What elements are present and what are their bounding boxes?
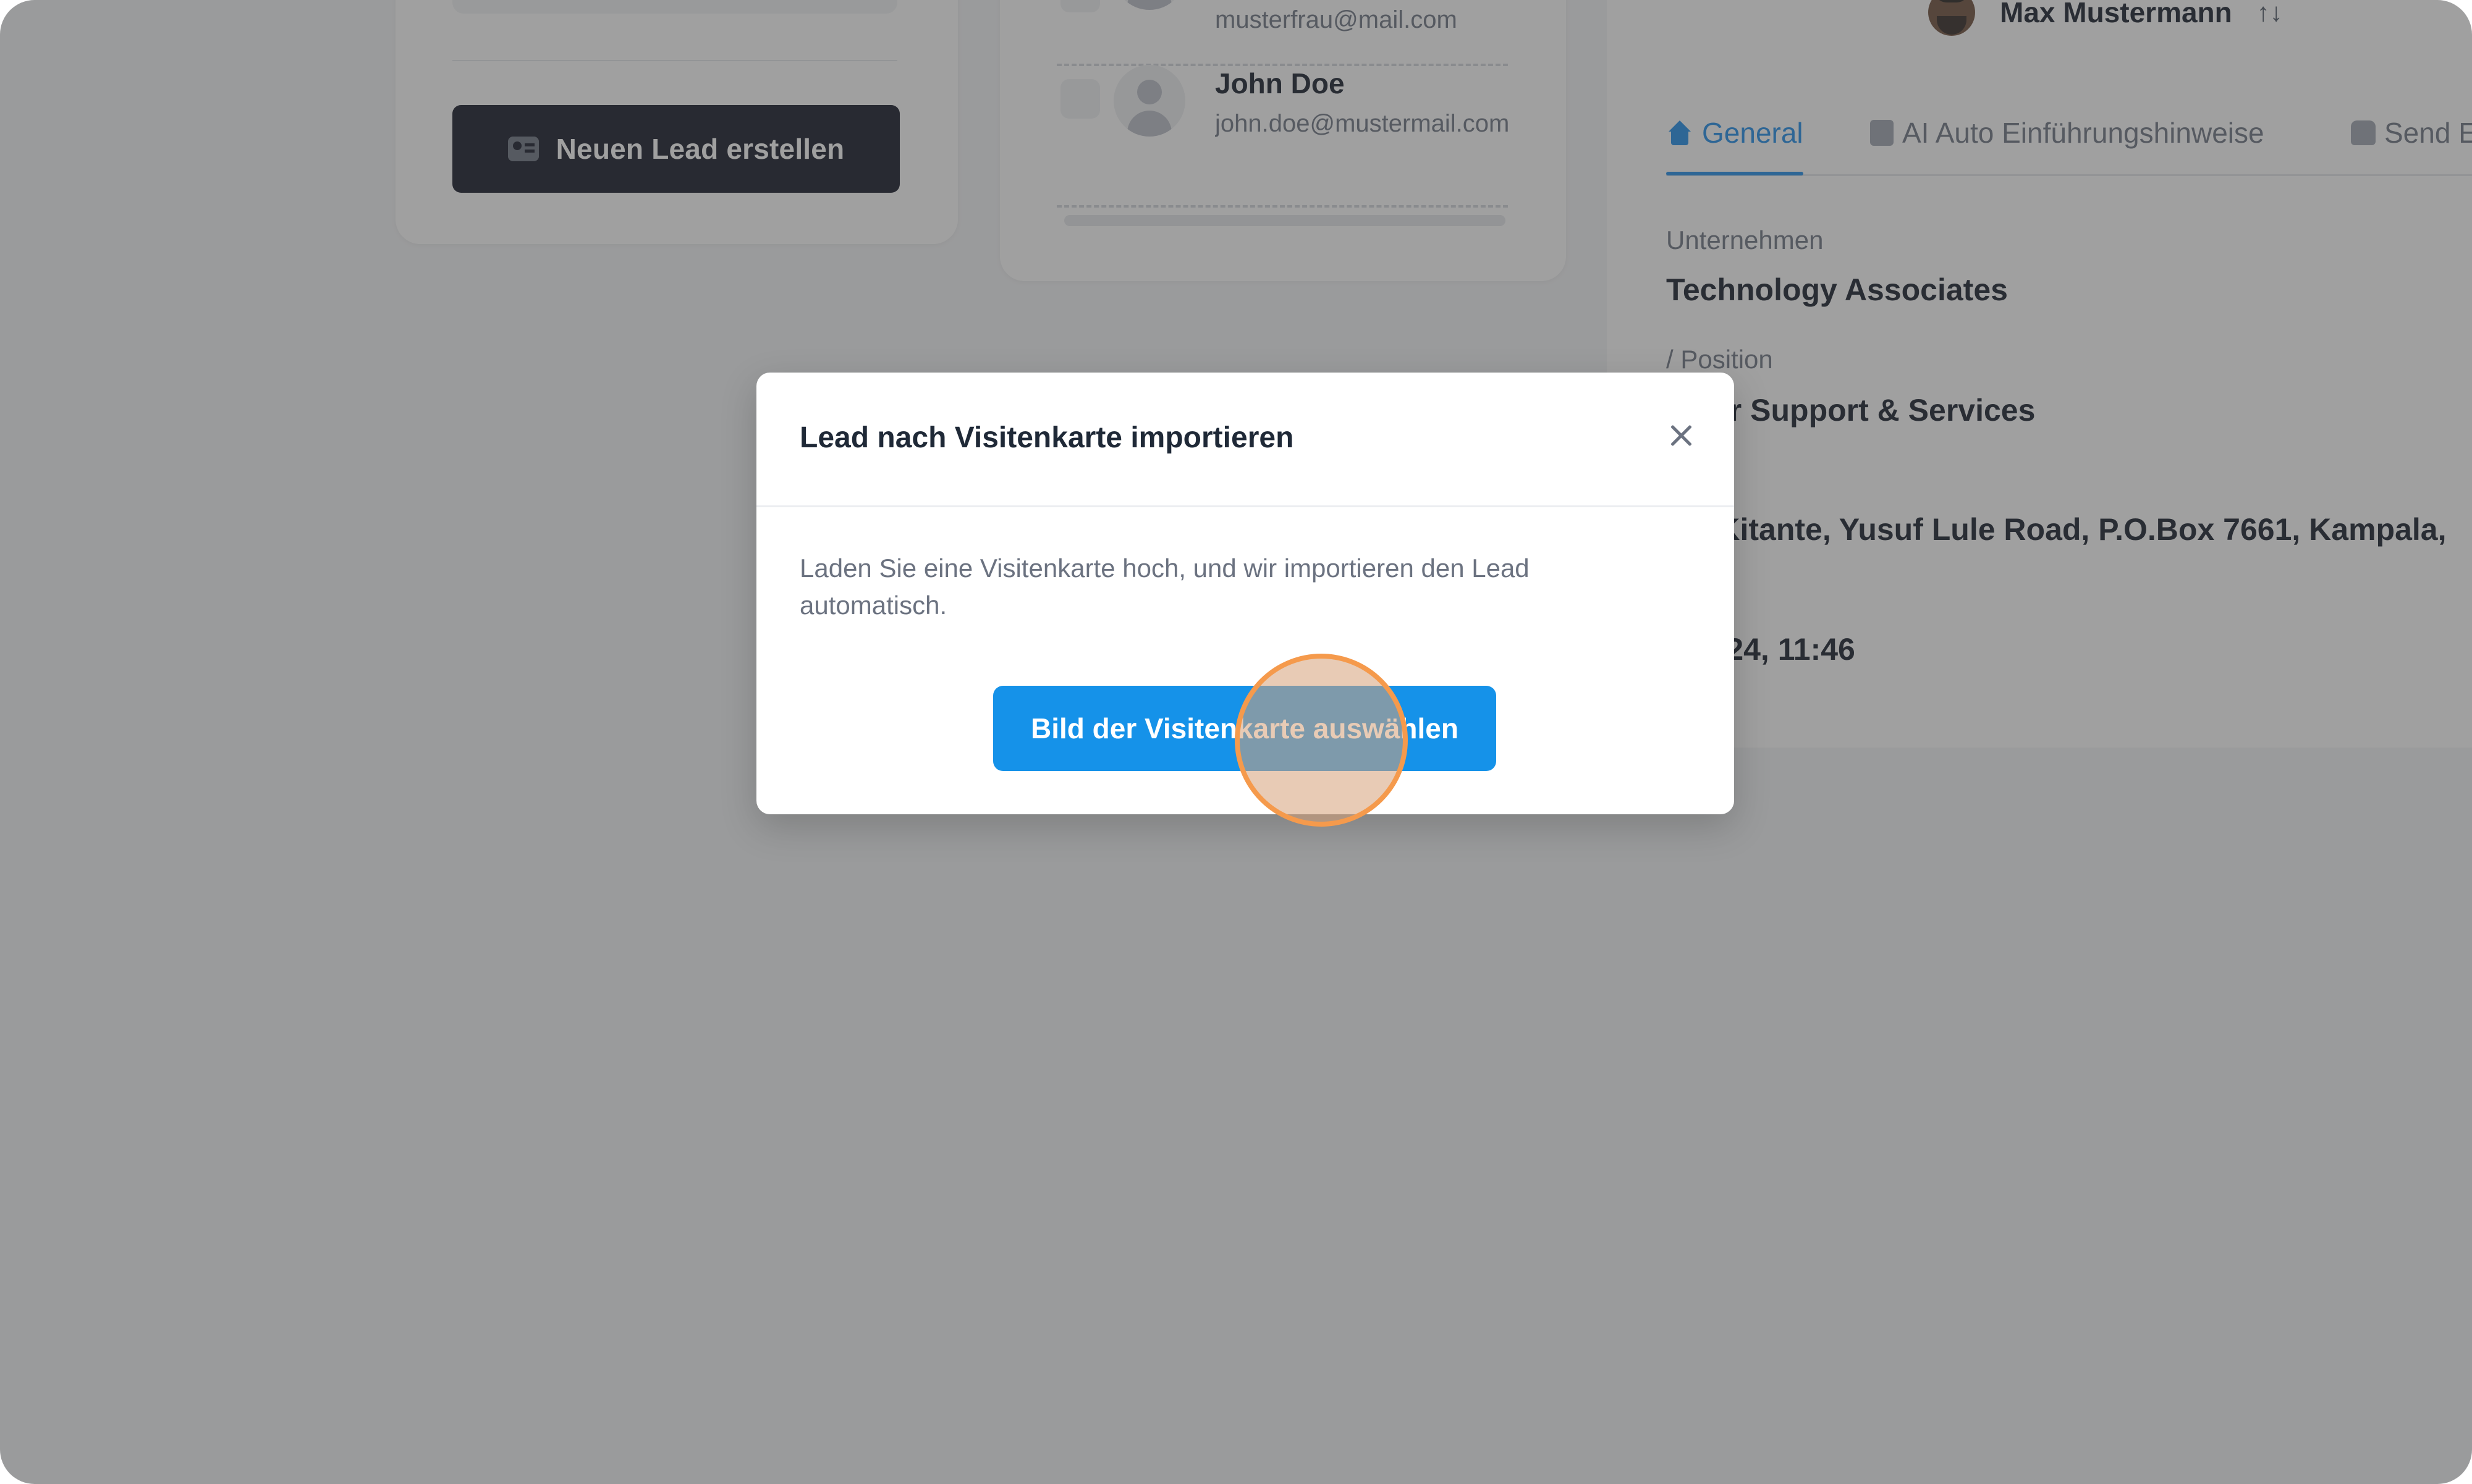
close-icon[interactable] bbox=[1659, 413, 1703, 458]
modal-title: Lead nach Visitenkarte importieren bbox=[800, 421, 1294, 454]
modal-header: Lead nach Visitenkarte importieren bbox=[756, 373, 1734, 507]
app-frame: Neuen Lead erstellen musterfrau@mail.com… bbox=[0, 0, 2472, 1484]
modal-description: Laden Sie eine Visitenkarte hoch, und wi… bbox=[800, 554, 1530, 620]
click-indicator bbox=[1235, 654, 1408, 827]
